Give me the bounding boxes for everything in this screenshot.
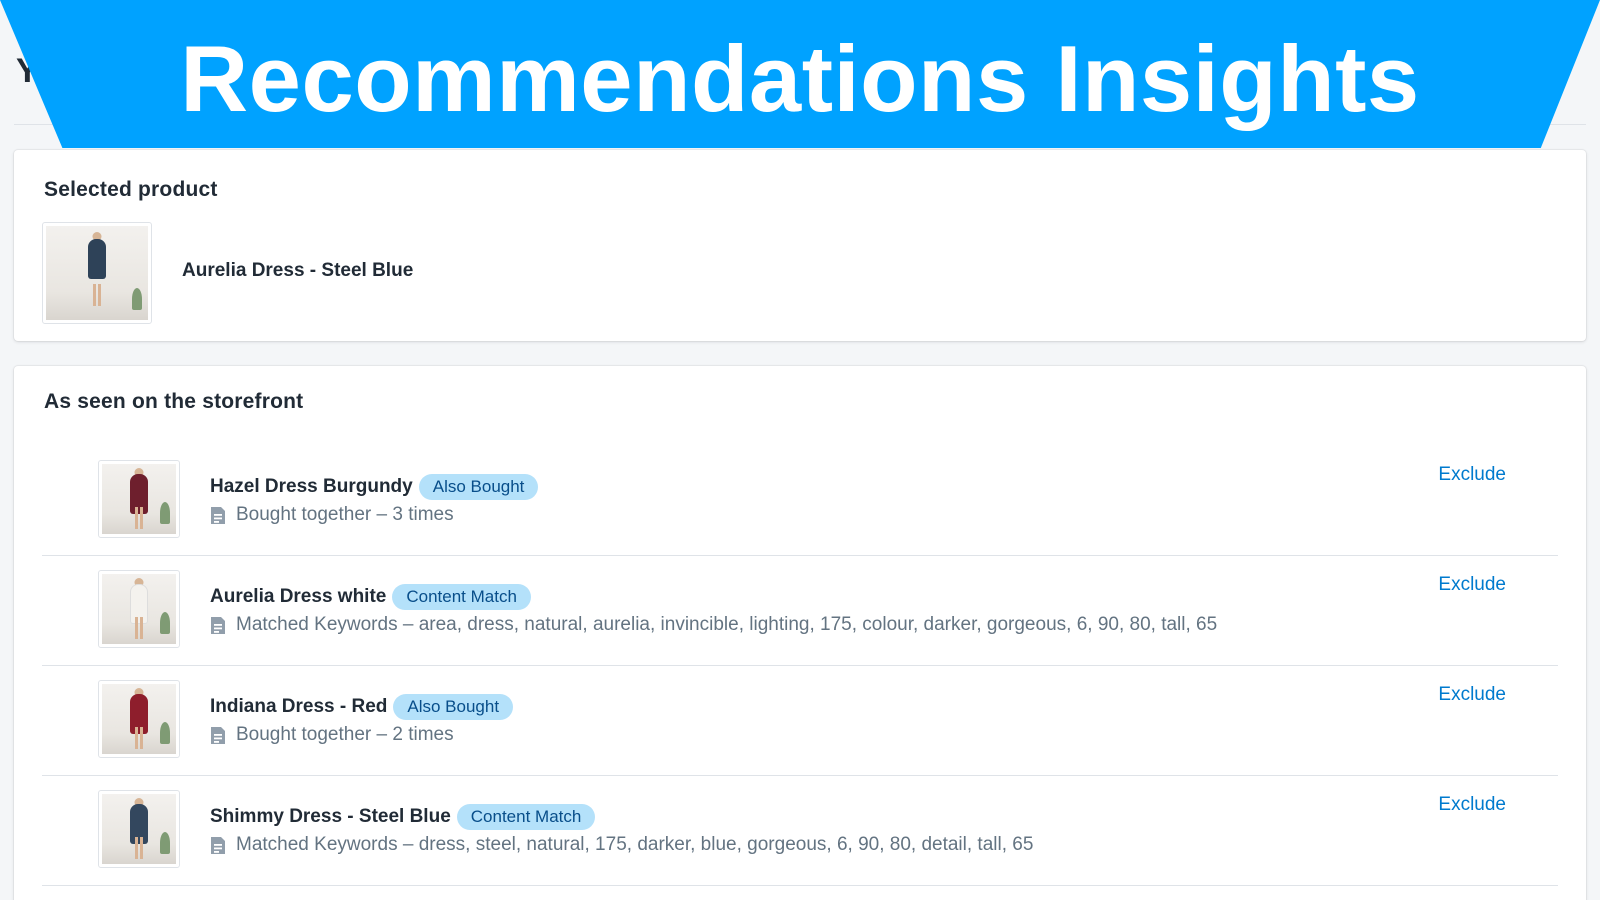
exclude-link[interactable]: Exclude <box>1438 684 1506 706</box>
recommendation-type-badge: Also Bought <box>418 474 539 500</box>
product-thumbnail <box>98 460 180 538</box>
exclude-link[interactable]: Exclude <box>1438 574 1506 596</box>
product-photo <box>46 226 148 320</box>
storefront-heading: As seen on the storefront <box>44 390 304 413</box>
product-photo <box>102 684 176 754</box>
recommendation-row: Aurelia Dress white Content Match Matche… <box>42 556 1558 666</box>
recommendation-detail: Matched Keywords – dress, steel, natural… <box>236 834 1034 855</box>
recommendation-type-badge: Content Match <box>456 804 596 830</box>
selected-product-name: Aurelia Dress - Steel Blue <box>182 260 414 281</box>
product-thumbnail <box>98 570 180 648</box>
exclude-link[interactable]: Exclude <box>1438 794 1506 816</box>
document-icon <box>210 726 226 745</box>
selected-product-card: Selected product Aurelia Dress - Steel B… <box>14 150 1586 341</box>
selected-product-heading: Selected product <box>44 178 218 201</box>
product-photo <box>102 464 176 534</box>
document-icon <box>210 506 226 525</box>
recommendation-detail: Bought together – 3 times <box>236 504 454 525</box>
product-name: Indiana Dress - Red <box>210 696 388 717</box>
recommendation-type-badge: Content Match <box>392 584 531 610</box>
product-photo <box>102 794 176 864</box>
product-photo <box>102 574 176 644</box>
document-icon <box>210 836 226 855</box>
selected-product-thumbnail <box>42 222 152 324</box>
product-name: Aurelia Dress white <box>210 586 387 607</box>
product-thumbnail <box>98 680 180 758</box>
storefront-recommendations-card: As seen on the storefront Hazel Dress Bu… <box>14 366 1586 900</box>
row-divider <box>42 885 1558 886</box>
banner-title: Recommendations Insights <box>180 26 1420 131</box>
recommendation-detail: Bought together – 2 times <box>236 724 454 745</box>
recommendation-row: Hazel Dress Burgundy Also Bought Bought … <box>42 446 1558 556</box>
document-icon <box>210 616 226 635</box>
product-name: Shimmy Dress - Steel Blue <box>210 806 451 827</box>
product-name: Hazel Dress Burgundy <box>210 476 413 497</box>
recommendation-row: Indiana Dress - Red Also Bought Bought t… <box>42 666 1558 776</box>
exclude-link[interactable]: Exclude <box>1438 464 1506 486</box>
recommendation-type-badge: Also Bought <box>393 694 514 720</box>
product-thumbnail <box>98 790 180 868</box>
recommendation-detail: Matched Keywords – area, dress, natural,… <box>236 614 1218 635</box>
recommendation-row: Shimmy Dress - Steel Blue Content Match … <box>42 776 1558 886</box>
